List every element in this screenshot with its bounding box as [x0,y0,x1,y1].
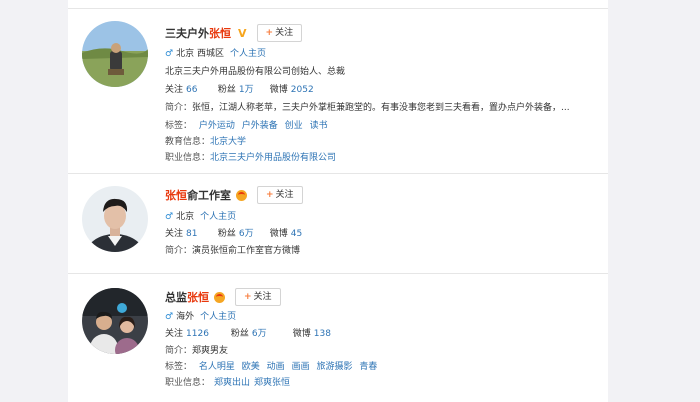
edu-row: 教育信息：北京大学 [165,137,247,147]
tags-row: 标签： 户外运动 户外装备 创业 读书 [165,121,328,131]
weibo-count[interactable]: 2052 [291,85,314,95]
job-link[interactable]: 郑爽张恒 [254,378,290,388]
follow-button[interactable]: + 关注 [257,186,303,204]
vip-crown-icon [214,291,225,303]
tag-link[interactable]: 旅游摄影 [316,362,352,372]
tag-link[interactable]: 户外运动 [199,121,235,131]
location-row: ♂ 北京 个人主页 [165,210,236,224]
location-text: 北京 [176,212,195,222]
intro-row: 简介：张恒，江湖人称老苹，三夫户外掌柜兼跑堂的。有事没事您老到三夫看看，置办点户… [165,103,570,113]
avatar[interactable] [82,21,148,87]
homepage-link[interactable]: 个人主页 [200,212,236,222]
intro-text: 演员张恒俞工作室官方微博 [192,246,301,256]
intro-text: 张恒，江湖人称老苹，三夫户外掌柜兼跑堂的。有事没事您老到三夫看看，置办点户外装备… [192,103,570,113]
location-row: ♂ 海外 个人主页 [165,310,236,324]
tag-link[interactable]: 户外装备 [242,121,278,131]
male-gender-icon: ♂ [165,312,174,322]
intro-row: 简介：郑爽男友 [165,346,229,356]
fans-count[interactable]: 6万 [252,329,267,339]
location-text: 海外 [176,312,195,322]
male-gender-icon: ♂ [165,212,174,222]
verified-badge-icon: V [238,26,247,40]
user-card: 张恒俞工作室 + 关注 ♂ 北京 个人主页 关注 81 粉丝 6万 微博 45 简介：演员张… [68,173,608,274]
user-name[interactable]: 张恒俞工作室 [165,187,231,203]
follow-button[interactable]: + 关注 [235,288,281,306]
job-row: 职业信息：北京三夫户外用品股份有限公司 [165,153,337,163]
user-name[interactable]: 三夫户外张恒 [165,25,231,41]
user-card: 总监张恒 + 关注 ♂ 海外 个人主页 关注 1126 粉丝 6万 微博 138 简介：郑爽… [68,274,608,402]
intro-text: 郑爽男友 [192,346,229,356]
tag-link[interactable]: 欧美 [242,362,260,372]
edu-link[interactable]: 北京大学 [210,137,246,147]
tag-link[interactable]: 创业 [285,121,303,131]
weibo-count[interactable]: 138 [314,329,331,339]
description: 北京三夫户外用品股份有限公司创始人、总裁 [165,67,346,77]
tags-row: 标签： 名人明星 欧美 动画 画画 旅游摄影 青春 [165,362,378,372]
follow-button[interactable]: + 关注 [256,24,303,42]
stats-row: 关注 81 粉丝 6万 微博 45 [165,229,303,239]
job-link[interactable]: 北京三夫户外用品股份有限公司 [210,153,336,163]
stats-row: 关注 1126 粉丝 6万 微博 138 [165,329,331,339]
tag-link[interactable]: 名人明星 [199,362,235,372]
job-row: 职业信息： 郑爽出山 郑爽张恒 [165,378,291,388]
fans-count[interactable]: 1万 [239,85,254,95]
avatar[interactable] [82,288,148,354]
tag-link[interactable]: 青春 [359,362,377,372]
intro-row: 简介：演员张恒俞工作室官方微博 [165,246,301,256]
male-gender-icon: ♂ [165,49,174,59]
plus-icon: + [265,28,274,38]
plus-icon: + [266,190,274,200]
tag-link[interactable]: 读书 [310,121,328,131]
plus-icon: + [244,292,252,302]
homepage-link[interactable]: 个人主页 [200,312,236,322]
homepage-link[interactable]: 个人主页 [230,49,266,59]
location-text: 北京 西城区 [176,49,224,59]
weibo-count[interactable]: 45 [291,229,302,239]
vip-crown-icon [236,189,247,201]
user-card: 三夫户外张恒 V + 关注 ♂ 北京 西城区 个人主页 北京三夫户外用品股份有限公司创… [68,8,608,174]
fans-count[interactable]: 6万 [239,229,254,239]
tag-link[interactable]: 动画 [267,362,285,372]
search-results-panel: 三夫户外张恒 V + 关注 ♂ 北京 西城区 个人主页 北京三夫户外用品股份有限公司创… [68,0,608,402]
stats-row: 关注 66 粉丝 1万 微博 2052 [165,85,314,95]
follow-count[interactable]: 81 [186,229,197,239]
location-row: ♂ 北京 西城区 个人主页 [165,47,266,61]
follow-count[interactable]: 1126 [186,329,209,339]
tag-link[interactable]: 画画 [292,362,310,372]
user-name[interactable]: 总监张恒 [165,289,209,305]
follow-count[interactable]: 66 [186,85,197,95]
avatar[interactable] [82,186,148,252]
job-link[interactable]: 郑爽出山 [214,378,250,388]
